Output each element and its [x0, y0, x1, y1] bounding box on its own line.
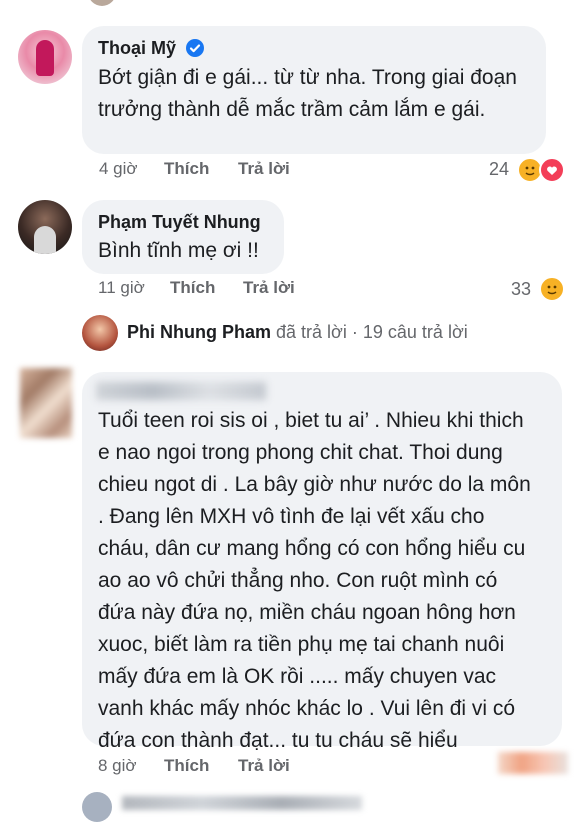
comment-timestamp[interactable]: 11 giờ	[98, 278, 145, 298]
verified-badge-icon	[186, 39, 204, 57]
comment-text: Bớt giận đi e gái... từ từ nha. Trong gi…	[98, 66, 517, 121]
reply-count: 19 câu trả lời	[362, 322, 468, 342]
comment-text: Bình tĩnh mẹ ơi !!	[98, 239, 259, 262]
blurred-reactions[interactable]	[498, 752, 568, 774]
replies-link[interactable]: Phi Nhung Pham đã trả lời · 19 câu trả l…	[127, 322, 468, 343]
separator: ·	[351, 322, 358, 342]
comment-timestamp[interactable]: 8 giờ	[98, 756, 137, 776]
like-button[interactable]: Thích	[164, 756, 209, 776]
comment-author[interactable]: Phạm Tuyết Nhung	[98, 212, 261, 233]
like-button[interactable]: Thích	[164, 159, 209, 179]
blurred-avatar[interactable]	[20, 368, 72, 438]
comment-text: Tuổi teen roi sis oi , biet tu ai’ . Nhi…	[98, 409, 531, 752]
reply-button[interactable]: Trả lời	[243, 278, 295, 298]
care-reaction-icon	[539, 276, 565, 302]
avatar-partial-bottom[interactable]	[82, 792, 112, 822]
reply-button[interactable]: Trả lời	[238, 159, 290, 179]
avatar[interactable]	[18, 200, 72, 254]
comment-author[interactable]: Thoại Mỹ	[98, 38, 176, 59]
reaction-count[interactable]: 33	[511, 279, 531, 300]
avatar-figure	[34, 226, 56, 254]
avatar-figure	[36, 40, 54, 76]
reply-author: Phi Nhung Pham	[127, 322, 271, 342]
like-button[interactable]: Thích	[170, 278, 215, 298]
avatar[interactable]	[18, 30, 72, 84]
avatar-partial-top[interactable]	[88, 0, 116, 6]
reply-avatar[interactable]	[82, 315, 118, 351]
reaction-count[interactable]: 24	[489, 159, 509, 180]
comment-timestamp[interactable]: 4 giờ	[99, 159, 138, 179]
reply-button[interactable]: Trả lời	[238, 756, 290, 776]
heart-reaction-icon	[539, 157, 565, 183]
blurred-author-name[interactable]	[96, 382, 266, 400]
blurred-next-comment	[122, 796, 362, 810]
reply-action: đã trả lời	[276, 322, 347, 342]
